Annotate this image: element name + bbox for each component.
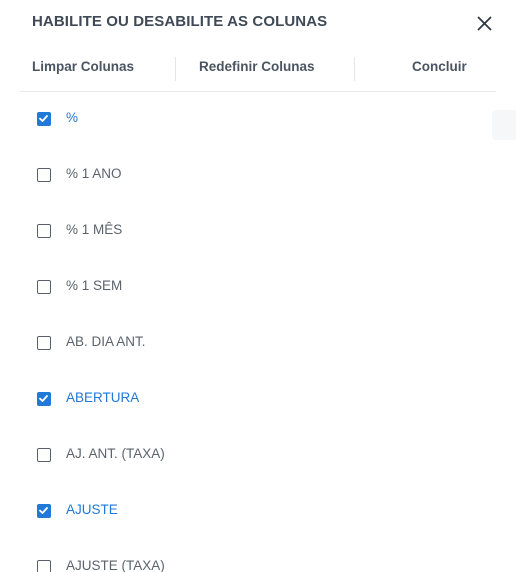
checkbox-unchecked[interactable]: [37, 448, 51, 462]
checkmark-icon: [39, 395, 48, 402]
column-option[interactable]: % 1 MÊS: [0, 203, 516, 259]
close-icon: [477, 16, 492, 31]
column-option[interactable]: AB. DIA ANT.: [0, 315, 516, 371]
checkbox-unchecked[interactable]: [37, 336, 51, 350]
column-option-label: AB. DIA ANT.: [66, 334, 146, 349]
reset-columns-button[interactable]: Redefinir Colunas: [199, 59, 315, 74]
done-button[interactable]: Concluir: [412, 59, 467, 74]
column-option-label: % 1 SEM: [66, 278, 123, 293]
column-option-label: %: [66, 110, 79, 125]
clear-columns-button[interactable]: Limpar Colunas: [32, 59, 134, 74]
panel-header: HABILITE OU DESABILITE AS COLUNAS: [0, 0, 516, 47]
close-button[interactable]: [470, 8, 500, 38]
checkbox-checked[interactable]: [37, 392, 51, 406]
column-option-label: % 1 ANO: [66, 166, 122, 181]
column-option[interactable]: AJ. ANT. (TAXA): [0, 427, 516, 483]
checkbox-unchecked[interactable]: [37, 224, 51, 238]
toolbar-divider: [175, 57, 176, 81]
column-option-label: AJUSTE: [66, 502, 118, 517]
column-option[interactable]: % 1 ANO: [0, 147, 516, 203]
checkbox-checked[interactable]: [37, 112, 51, 126]
panel-title: HABILITE OU DESABILITE AS COLUNAS: [32, 13, 328, 30]
checkmark-icon: [39, 115, 48, 122]
column-option-label: AJ. ANT. (TAXA): [66, 446, 165, 461]
column-toggle-panel: HABILITE OU DESABILITE AS COLUNAS Limpar…: [0, 0, 516, 572]
checkbox-unchecked[interactable]: [37, 280, 51, 294]
checkbox-unchecked[interactable]: [37, 168, 51, 182]
checkbox-unchecked[interactable]: [37, 560, 51, 572]
column-actions-toolbar: Limpar Colunas Redefinir Colunas Conclui…: [20, 47, 496, 92]
toolbar-divider: [354, 57, 355, 81]
column-option[interactable]: AJUSTE: [0, 483, 516, 539]
column-option[interactable]: % 1 SEM: [0, 259, 516, 315]
column-option[interactable]: %: [0, 91, 516, 147]
column-option[interactable]: ABERTURA: [0, 371, 516, 427]
column-option-label: ABERTURA: [66, 390, 140, 405]
checkmark-icon: [39, 507, 48, 514]
column-option-label: AJUSTE (TAXA): [66, 558, 165, 572]
checkbox-checked[interactable]: [37, 504, 51, 518]
column-option[interactable]: AJUSTE (TAXA): [0, 539, 516, 572]
column-option-label: % 1 MÊS: [66, 222, 123, 237]
